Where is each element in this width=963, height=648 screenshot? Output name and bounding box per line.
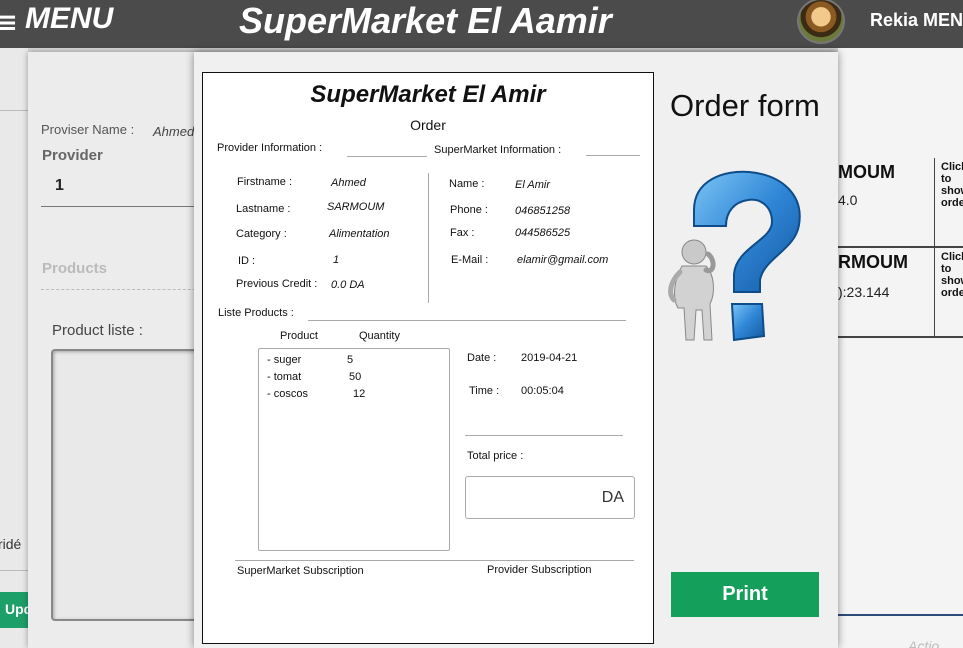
divider: [347, 156, 427, 157]
order-form-dialog: SuperMarket El Amir Order Provider Infor…: [194, 52, 838, 648]
background-left-text: ridé: [0, 536, 22, 552]
products-field-underline: [41, 289, 201, 290]
provider-field[interactable]: 1: [55, 177, 64, 195]
product-name: - tomat: [267, 371, 302, 383]
products-list[interactable]: - suger 5 - tomat 50 - coscos 12: [258, 348, 450, 551]
orders-table: MOUM 4.0 Click to show order RMOUM ):23.…: [838, 48, 963, 648]
category-value: Alimentation: [329, 228, 390, 240]
divider: [465, 435, 623, 436]
product-quantity: 50: [349, 371, 362, 383]
menu-label[interactable]: MENU: [25, 2, 113, 36]
provider-info-label: Provider Information :: [217, 142, 323, 154]
divider: [0, 570, 28, 571]
product-liste-box[interactable]: [51, 349, 201, 621]
name-label: Name :: [449, 178, 485, 190]
divider: [586, 155, 640, 156]
provider-subscription-label: Provider Subscription: [487, 564, 592, 576]
column-divider: [934, 248, 935, 336]
total-price-label: Total price :: [467, 450, 524, 462]
question-mark-figure-icon: [668, 170, 801, 342]
date-value: 2019-04-21: [521, 352, 578, 364]
previous-credit-label: Previous Credit :: [236, 278, 318, 290]
lastname-value: SARMOUM: [327, 201, 385, 213]
user-avatar[interactable]: [797, 0, 845, 44]
value-cell: 4.0: [838, 192, 858, 208]
name-value: El Amir: [515, 179, 551, 191]
table-row[interactable]: MOUM 4.0 Click to show order: [838, 158, 963, 248]
provider-name-cell: MOUM: [838, 162, 895, 182]
divider: [0, 110, 28, 111]
document-subtitle: Order: [410, 117, 446, 133]
divider: [838, 614, 963, 616]
lastname-label: Lastname :: [236, 203, 291, 215]
time-label: Time :: [469, 385, 500, 397]
supermarket-info-label: SuperMarket Information :: [434, 144, 562, 156]
divider: [308, 320, 626, 321]
product-name: - suger: [267, 354, 302, 366]
product-quantity: 12: [353, 388, 366, 400]
quantity-column-header: Quantity: [359, 330, 400, 342]
provider-field-underline: [41, 206, 201, 207]
provider-label: Provider: [42, 147, 103, 164]
show-order-link[interactable]: Click to show order: [941, 161, 963, 209]
product-quantity: 5: [347, 354, 354, 366]
product-liste-label: Product liste :: [52, 322, 143, 339]
value-cell: ):23.144: [838, 284, 890, 300]
provider-name-cell: RMOUM: [838, 252, 908, 272]
show-order-link[interactable]: Click to show order: [941, 251, 963, 299]
firstname-label: Firstname :: [237, 176, 293, 188]
time-value: 00:05:04: [521, 385, 564, 397]
previous-credit-value: 0.0 DA: [331, 279, 365, 291]
print-button[interactable]: Print: [671, 572, 819, 617]
proviser-name-value: Ahmed: [153, 124, 195, 139]
background-left-panel: [0, 48, 28, 648]
list-item: - suger 5: [267, 354, 353, 366]
document-title: SuperMarket El Amir: [310, 81, 546, 108]
date-label: Date :: [467, 352, 497, 364]
id-value: 1: [333, 254, 340, 266]
total-price-field[interactable]: DA: [465, 476, 635, 519]
column-divider: [428, 173, 429, 303]
app-title: SuperMarket El Aamir: [239, 0, 612, 41]
id-label: ID :: [238, 255, 256, 267]
firstname-value: Ahmed: [331, 177, 366, 189]
phone-label: Phone :: [450, 204, 488, 216]
list-item: - coscos 12: [267, 388, 365, 400]
dialog-title: Order form: [670, 88, 820, 123]
fax-label: Fax :: [450, 227, 475, 239]
user-name[interactable]: Rekia MEN: [870, 10, 963, 31]
currency-label: DA: [601, 489, 624, 506]
update-button[interactable]: Upd: [0, 592, 32, 628]
products-label: Products: [42, 260, 108, 277]
phone-value: 046851258: [515, 205, 571, 217]
hamburger-menu-icon[interactable]: ≡: [0, 8, 18, 38]
top-bar: ≡ MENU SuperMarket El Aamir Rekia MEN: [0, 0, 963, 48]
email-value: elamir@gmail.com: [517, 254, 609, 266]
actions-header: Actio: [908, 638, 940, 648]
liste-products-label: Liste Products :: [218, 307, 294, 319]
email-label: E-Mail :: [451, 254, 489, 266]
supermarket-subscription-label: SuperMarket Subscription: [237, 565, 364, 577]
product-name: - coscos: [267, 388, 308, 400]
category-label: Category :: [236, 228, 287, 240]
product-column-header: Product: [280, 330, 318, 342]
order-document: SuperMarket El Amir Order Provider Infor…: [202, 72, 654, 644]
fax-value: 044586525: [515, 227, 571, 239]
table-row[interactable]: RMOUM ):23.144 Click to show order: [838, 248, 963, 338]
proviser-name-label: Proviser Name :: [41, 122, 135, 137]
list-item: - tomat 50: [267, 371, 361, 383]
column-divider: [934, 158, 935, 246]
divider: [235, 560, 634, 561]
